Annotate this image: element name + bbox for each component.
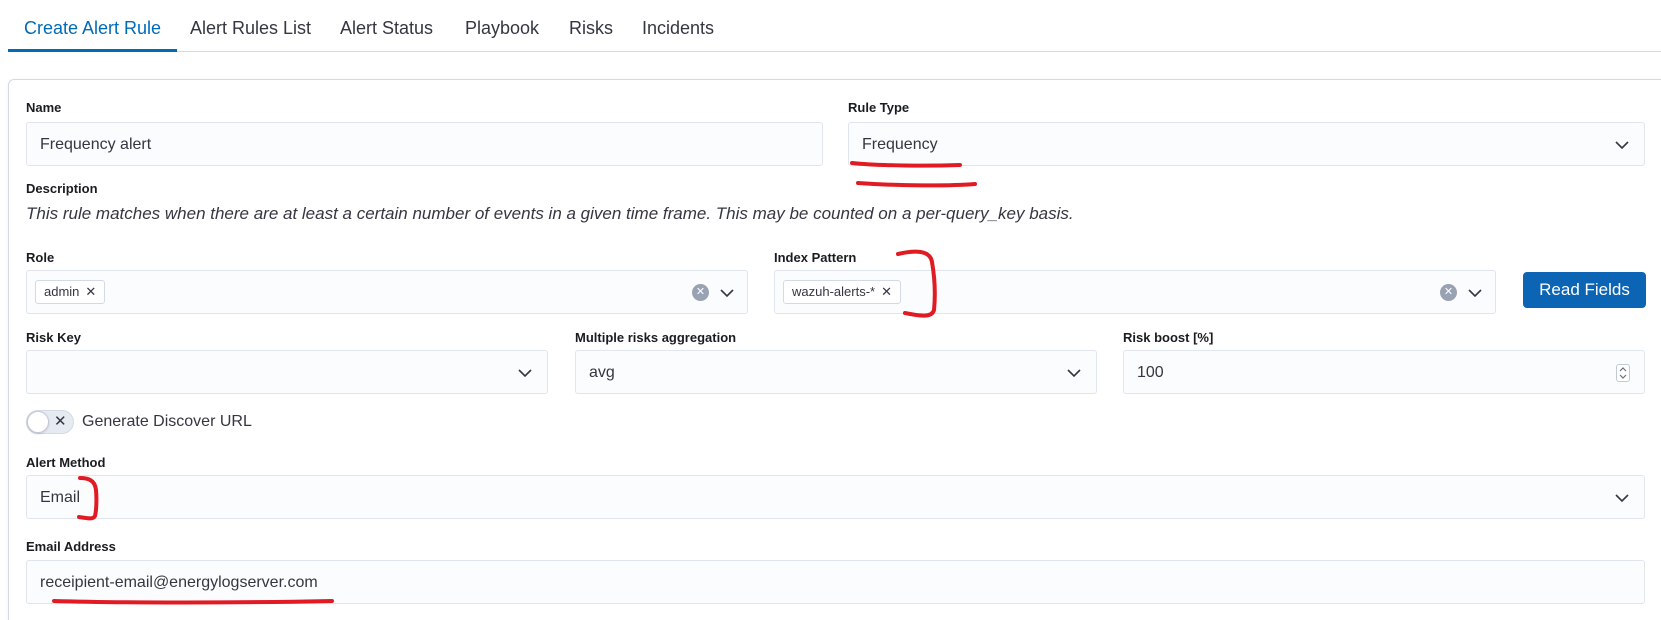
x-icon: ✕ bbox=[54, 413, 67, 430]
number-stepper[interactable] bbox=[1616, 364, 1630, 382]
description-label: Description bbox=[26, 181, 98, 196]
alert-method-value: Email bbox=[40, 489, 81, 506]
rule-type-select[interactable]: Frequency bbox=[848, 122, 1645, 166]
index-pattern-label: Index Pattern bbox=[774, 250, 857, 265]
chevron-down-icon[interactable] bbox=[1467, 285, 1483, 301]
multiple-risks-value: avg bbox=[589, 364, 615, 381]
tab-risks[interactable]: Risks bbox=[553, 0, 629, 52]
chevron-down-icon bbox=[1067, 369, 1081, 378]
index-pattern-tag-label: wazuh-alerts-* bbox=[792, 284, 876, 299]
generate-discover-url-label: Generate Discover URL bbox=[82, 413, 252, 430]
tab-alert-rules-list[interactable]: Alert Rules List bbox=[174, 0, 327, 52]
index-pattern-combobox[interactable]: wazuh-alerts-* ✕ ✕ bbox=[774, 270, 1496, 314]
multiple-risks-label: Multiple risks aggregation bbox=[575, 330, 737, 345]
role-combobox[interactable]: admin ✕ ✕ bbox=[26, 270, 748, 314]
name-label: Name bbox=[26, 100, 62, 115]
generate-discover-url-switch[interactable]: ✕ bbox=[26, 410, 74, 434]
alert-method-select[interactable]: Email bbox=[26, 475, 1645, 519]
email-address-value: receipient-email@energylogserver.com bbox=[40, 574, 318, 591]
multiple-risks-select[interactable]: avg bbox=[575, 350, 1097, 394]
role-label: Role bbox=[26, 250, 55, 265]
alert-method-label: Alert Method bbox=[26, 455, 106, 470]
remove-tag-icon[interactable]: ✕ bbox=[85, 281, 96, 303]
risk-boost-input[interactable]: 100 bbox=[1123, 350, 1645, 394]
rule-type-label: Rule Type bbox=[848, 100, 910, 115]
clear-icon[interactable]: ✕ bbox=[692, 284, 709, 301]
risk-key-label: Risk Key bbox=[26, 330, 81, 345]
name-input[interactable]: Frequency alert bbox=[26, 122, 823, 166]
chevron-down-icon bbox=[518, 369, 532, 378]
role-tag-label: admin bbox=[44, 284, 80, 299]
name-value: Frequency alert bbox=[40, 136, 152, 153]
tab-incidents[interactable]: Incidents bbox=[626, 0, 730, 52]
index-pattern-tag: wazuh-alerts-* ✕ bbox=[783, 280, 901, 304]
tab-bar: Create Alert Rule Alert Rules List Alert… bbox=[8, 0, 1661, 52]
remove-tag-icon[interactable]: ✕ bbox=[881, 281, 892, 303]
description-text: This rule matches when there are at leas… bbox=[26, 204, 1074, 223]
risk-boost-value: 100 bbox=[1137, 364, 1164, 381]
email-address-input[interactable]: receipient-email@energylogserver.com bbox=[26, 560, 1645, 604]
rule-type-value: Frequency bbox=[862, 136, 938, 153]
stepper-arrows-icon bbox=[1619, 367, 1627, 379]
chevron-down-icon[interactable] bbox=[719, 285, 735, 301]
read-fields-button[interactable]: Read Fields bbox=[1523, 272, 1646, 308]
switch-knob bbox=[27, 411, 49, 433]
tab-create-alert-rule[interactable]: Create Alert Rule bbox=[8, 0, 178, 52]
tab-alert-status[interactable]: Alert Status bbox=[324, 0, 449, 52]
chevron-down-icon bbox=[1615, 494, 1629, 503]
tab-playbook[interactable]: Playbook bbox=[449, 0, 555, 52]
chevron-down-icon bbox=[1615, 141, 1629, 150]
clear-icon[interactable]: ✕ bbox=[1440, 284, 1457, 301]
risk-key-select[interactable] bbox=[26, 350, 548, 394]
email-address-label: Email Address bbox=[26, 539, 116, 554]
role-tag-admin: admin ✕ bbox=[35, 280, 106, 304]
risk-boost-label: Risk boost [%] bbox=[1123, 330, 1214, 345]
